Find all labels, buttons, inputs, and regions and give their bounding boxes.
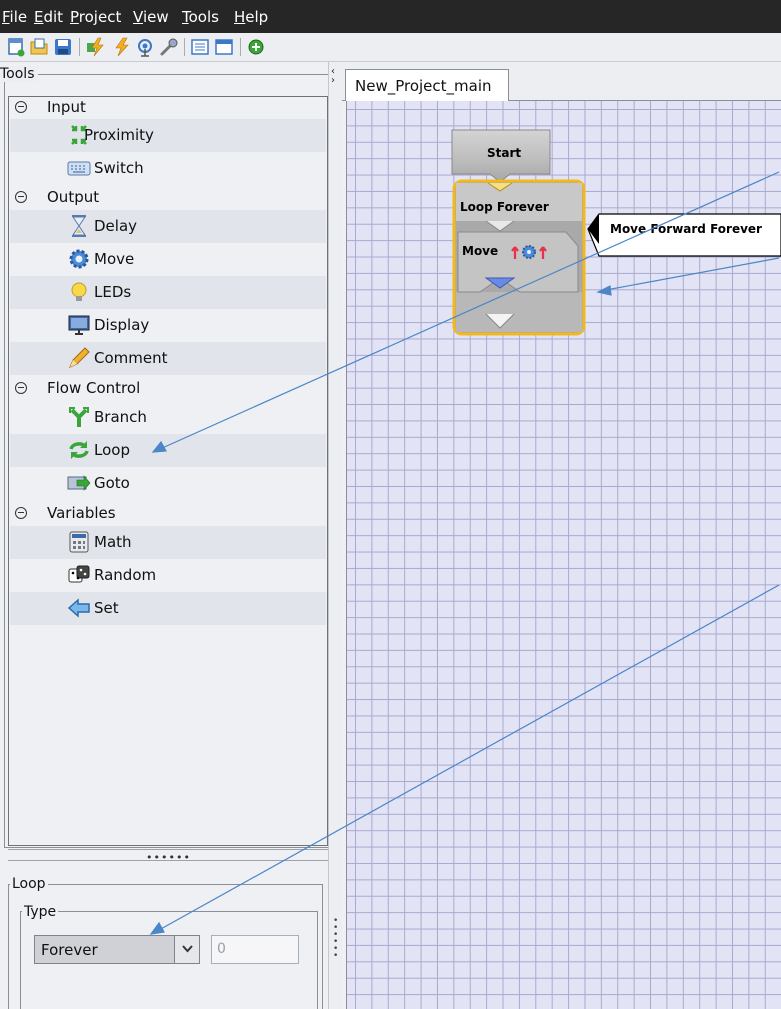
tools-palette: Input Proximity Switch Output Delay Move… [8,96,328,846]
tool-item-goto[interactable]: Goto [10,467,326,500]
gear-icon [67,247,91,271]
tool-item-proximity[interactable]: Proximity [10,119,326,152]
toolbar [0,33,781,62]
tool-item-branch[interactable]: Branch [10,401,326,434]
properties-title: Loop [10,876,48,892]
tool-item-switch[interactable]: Switch [10,152,326,185]
category-variables[interactable]: Variables [10,503,326,526]
splitter-grip-icon[interactable]: • • • • • • [333,917,338,961]
collapse-toggle-icon[interactable] [15,382,27,394]
type-group-title: Type [22,904,59,920]
panel-resize-handle[interactable]: •••••• [8,849,328,864]
tool-item-math[interactable]: Math [10,526,326,559]
tab-new-project-main[interactable]: New_Project_main [345,69,509,101]
save-icon[interactable] [53,37,73,57]
flowchart-canvas[interactable] [346,101,781,1009]
loop-type-dropdown[interactable]: Forever [34,935,200,964]
loop-block-label: Loop Forever [460,200,549,214]
collapse-arrows-icon[interactable]: ‹ › [331,67,335,86]
loop-arrows-icon [67,438,91,462]
category-input[interactable]: Input [10,97,326,120]
settings-wrench-icon[interactable] [159,37,179,57]
tool-item-leds[interactable]: LEDs [10,276,326,309]
list-view-icon[interactable] [190,37,210,57]
tool-item-loop[interactable]: Loop [10,434,326,467]
toolbar-separator [240,38,241,56]
compile-icon[interactable] [86,37,106,57]
open-folder-icon[interactable] [29,37,49,57]
goto-icon [67,471,91,495]
chevron-down-icon[interactable] [174,936,199,963]
download-icon[interactable] [111,37,131,57]
menu-bar: File Edit Project View Tools Help [0,0,781,33]
tool-item-move[interactable]: Move [10,243,326,276]
menu-view[interactable]: View [133,8,169,26]
tool-item-random[interactable]: Random [10,559,326,592]
start-block-label: Start [487,146,522,160]
collapse-toggle-icon[interactable] [15,507,27,519]
category-output[interactable]: Output [10,187,326,210]
window-icon[interactable] [214,37,234,57]
tools-panel-title: Tools [0,66,38,82]
menu-file[interactable]: File [2,8,27,26]
menu-help[interactable]: Help [234,8,268,26]
menu-edit[interactable]: Edit [34,8,63,26]
dice-icon [67,563,91,587]
left-arrow-icon [67,596,91,620]
category-flow-control[interactable]: Flow Control [10,378,326,401]
collapse-toggle-icon[interactable] [15,191,27,203]
tool-item-set[interactable]: Set [10,592,326,625]
pencil-icon [67,346,91,370]
calculator-icon [67,530,91,554]
connect-icon[interactable] [135,37,155,57]
add-icon[interactable] [246,37,266,57]
vertical-splitter[interactable]: ‹ › • • • • • • [328,62,342,1009]
toolbar-separator [184,38,185,56]
hourglass-icon [67,214,91,238]
menu-tools[interactable]: Tools [182,8,219,26]
collapse-toggle-icon[interactable] [15,101,27,113]
branch-icon [67,405,91,429]
toolbar-separator [79,38,80,56]
loop-count-input[interactable]: 0 [211,935,299,964]
comment-text: Move Forward Forever [610,222,762,236]
move-block-label: Move [462,244,499,258]
loop-type-value: Forever [41,941,98,959]
tool-item-comment[interactable]: Comment [10,342,326,375]
tool-item-delay[interactable]: Delay [10,210,326,243]
monitor-icon [67,313,91,337]
keyboard-icon [67,156,91,180]
tool-item-display[interactable]: Display [10,309,326,342]
menu-project[interactable]: Project [70,8,121,26]
lightbulb-icon [67,280,91,304]
new-project-icon[interactable] [6,37,26,57]
